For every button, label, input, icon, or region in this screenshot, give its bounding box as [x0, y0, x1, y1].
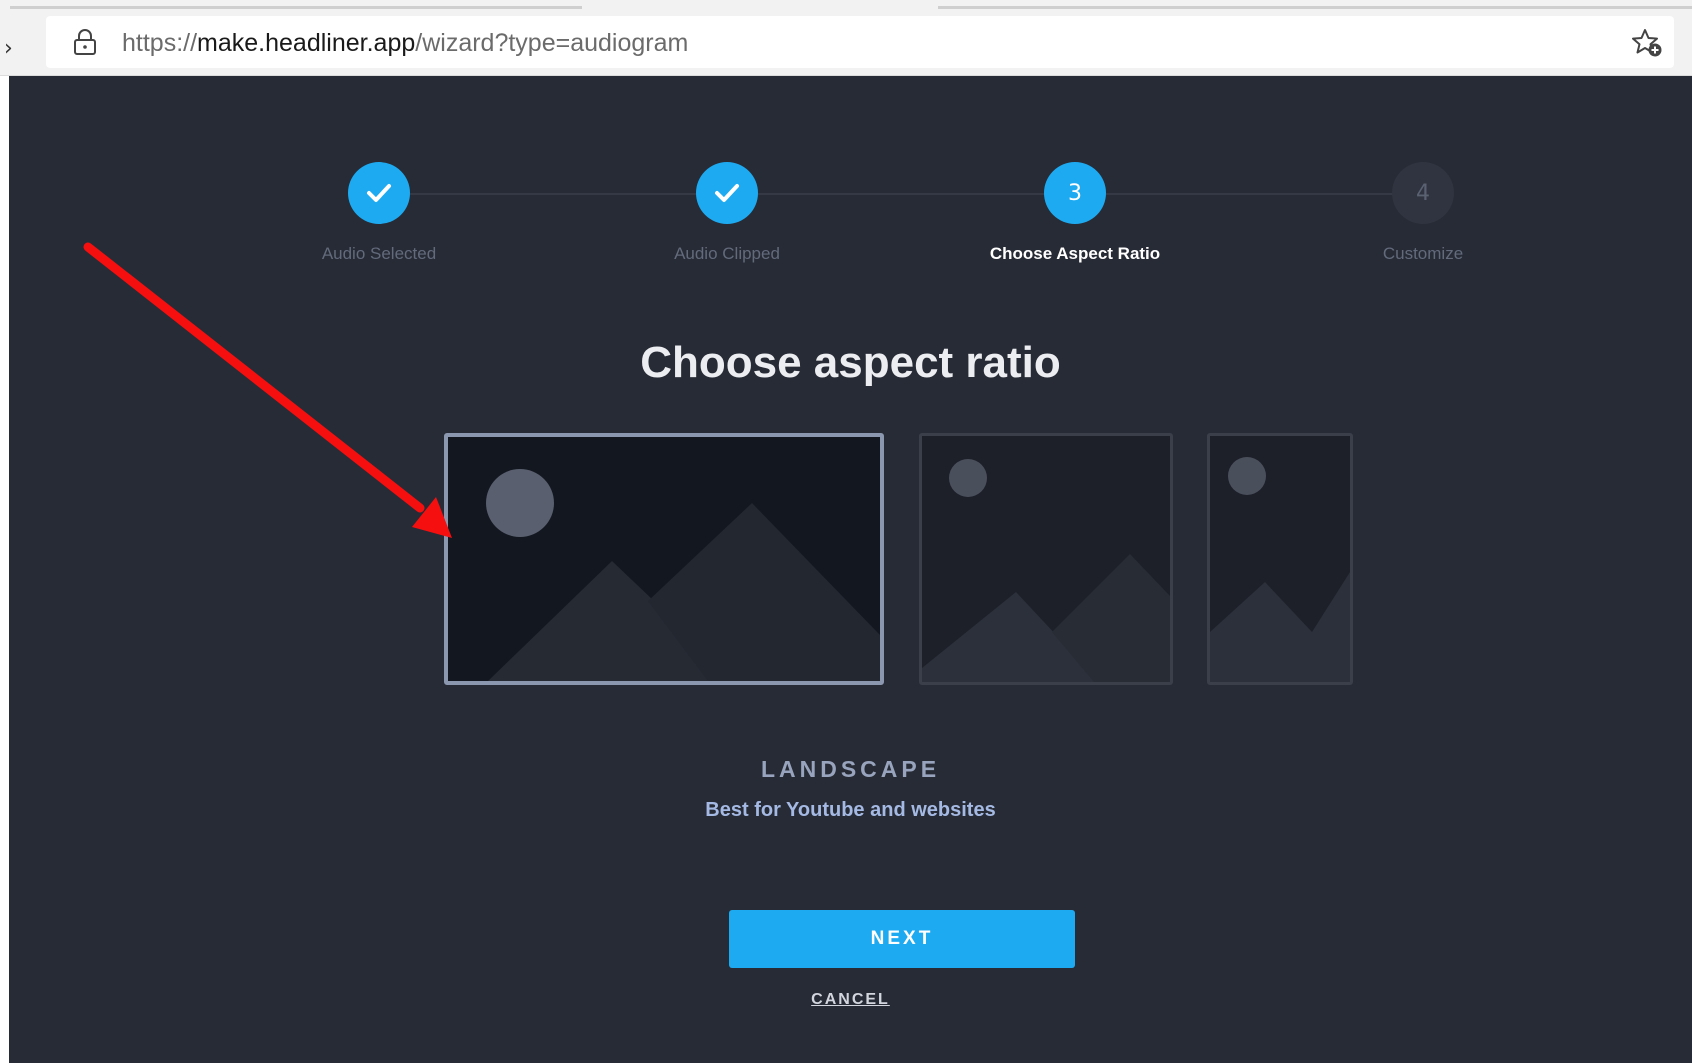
url-text[interactable]: https://make.headliner.app/wizard?type=a… — [122, 29, 688, 58]
step-audio-selected: Audio Selected — [259, 162, 499, 264]
step-circle: 4 — [1392, 162, 1454, 224]
check-icon — [715, 184, 739, 202]
url-scheme: https:// — [122, 29, 198, 57]
aspect-ratio-description: Best for Youtube and websites — [705, 799, 996, 821]
step-circle — [348, 162, 410, 224]
browser-toolbar: › https://make.headliner.app/wizard?type… — [0, 14, 1692, 76]
back-icon[interactable]: › — [4, 36, 13, 61]
page-title: Choose aspect ratio — [640, 338, 1061, 387]
tab-indicator — [10, 6, 582, 9]
aspect-option-portrait[interactable] — [1207, 433, 1353, 685]
step-label: Audio Clipped — [674, 244, 780, 263]
url-path: /wizard?type=audiogram — [415, 29, 689, 57]
tab-strip — [0, 0, 1692, 14]
image-placeholder-icon — [486, 469, 880, 681]
window-edge — [0, 76, 9, 1063]
check-icon — [367, 184, 391, 202]
stepper-track — [379, 193, 1433, 195]
star-add-icon[interactable] — [1630, 27, 1664, 59]
lock-icon[interactable] — [72, 28, 98, 56]
step-circle — [696, 162, 758, 224]
tab-indicator — [938, 6, 1692, 9]
step-label: Customize — [1382, 244, 1464, 263]
aspect-option-landscape[interactable] — [444, 433, 884, 685]
step-customize: 4 Customize — [1303, 162, 1543, 264]
aspect-ratio-name: LANDSCAPE — [760, 756, 941, 782]
image-placeholder-icon — [922, 459, 1170, 682]
cancel-link[interactable]: CANCEL — [9, 991, 1692, 1009]
step-audio-clipped: Audio Clipped — [607, 162, 847, 264]
wizard-page: Audio Selected Audio Clipped 3 Choose As… — [9, 76, 1692, 1063]
url-host: make.headliner.app — [197, 29, 416, 57]
next-button[interactable]: NEXT — [729, 910, 1075, 968]
step-label: Audio Selected — [321, 244, 437, 263]
aspect-option-square[interactable] — [919, 433, 1173, 685]
step-choose-aspect-ratio: 3 Choose Aspect Ratio — [955, 162, 1195, 264]
image-placeholder-icon — [1210, 457, 1350, 682]
step-circle: 3 — [1044, 162, 1106, 224]
address-bar[interactable]: https://make.headliner.app/wizard?type=a… — [46, 16, 1674, 68]
step-label: Choose Aspect Ratio — [989, 244, 1161, 263]
